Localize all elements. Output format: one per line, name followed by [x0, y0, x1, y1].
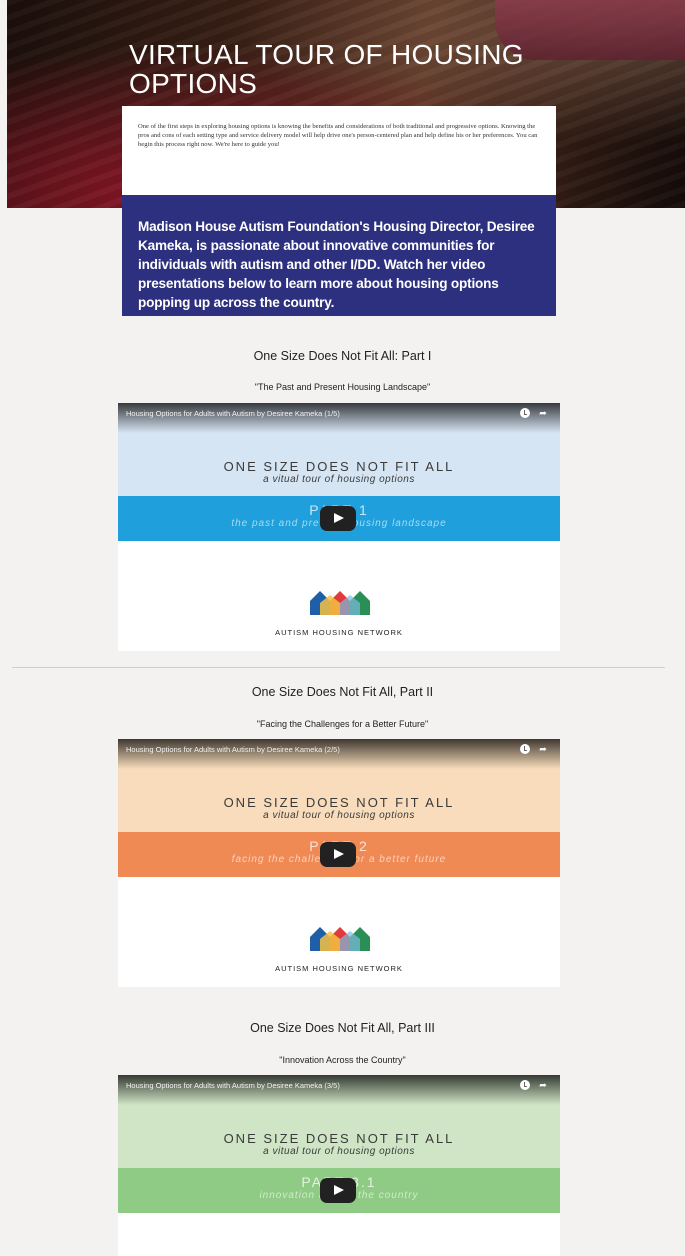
share-icon[interactable]: ➦ [538, 1080, 548, 1090]
highlight-box: Madison House Autism Foundation's Housin… [122, 195, 556, 316]
video-3-title-card: Housing Options for Adults with Autism b… [118, 1075, 560, 1168]
video-1-logo-text: AUTISM HOUSING NETWORK [275, 628, 403, 637]
video-player-3[interactable]: Housing Options for Adults with Autism b… [118, 1075, 560, 1256]
video-2-logo-area: AUTISM HOUSING NETWORK [118, 877, 560, 987]
video-1-title-link[interactable]: Housing Options for Adults with Autism b… [126, 409, 340, 418]
house-logo-icon [310, 591, 370, 615]
intro-text: One of the first steps in exploring hous… [138, 123, 538, 149]
watch-later-icon[interactable] [520, 408, 530, 418]
watch-later-icon[interactable] [520, 744, 530, 754]
section-2-subtitle: "Facing the Challenges for a Better Futu… [256, 719, 429, 729]
section-3-title: One Size Does Not Fit All, Part III [250, 1021, 435, 1035]
video-2-title-card: Housing Options for Adults with Autism b… [118, 739, 560, 832]
page-title-line-1: VIRTUAL TOUR OF HOUSING [129, 39, 524, 70]
video-3-header-shade [118, 1075, 560, 1105]
page-title-line-2: OPTIONS [129, 68, 258, 99]
share-icon[interactable]: ➦ [538, 744, 548, 754]
section-1-subtitle: "The Past and Present Housing Landscape" [254, 382, 431, 392]
section-3-subtitle: "Innovation Across the Country" [279, 1055, 406, 1065]
video-3-title-link[interactable]: Housing Options for Adults with Autism b… [126, 1081, 340, 1090]
section-2-title: One Size Does Not Fit All, Part II [251, 685, 434, 699]
highlight-text: Madison House Autism Foundation's Housin… [138, 219, 535, 310]
video-2-card-title: ONE SIZE DOES NOT FIT ALL [223, 795, 455, 810]
video-player-2[interactable]: Housing Options for Adults with Autism b… [118, 739, 560, 987]
video-2-part-band: PART 2 facing the challenges for a bette… [118, 832, 560, 877]
play-icon[interactable] [320, 1178, 356, 1203]
play-icon[interactable] [320, 506, 356, 531]
play-icon[interactable] [320, 842, 356, 867]
video-1-logo-area: AUTISM HOUSING NETWORK [118, 541, 560, 651]
page-title: VIRTUAL TOUR OF HOUSING OPTIONS [129, 40, 524, 98]
video-3-card-subtitle: a vitual tour of housing options [263, 1146, 415, 1157]
intro-box: One of the first steps in exploring hous… [122, 106, 556, 195]
video-1-card-subtitle: a vitual tour of housing options [263, 474, 415, 485]
video-player-1[interactable]: Housing Options for Adults with Autism b… [118, 403, 560, 651]
video-1-card-title: ONE SIZE DOES NOT FIT ALL [223, 459, 455, 474]
section-1-title: One Size Does Not Fit All: Part I [253, 349, 432, 363]
video-3-part-band: PART 3.1 innovation across the country [118, 1168, 560, 1213]
share-icon[interactable]: ➦ [538, 408, 548, 418]
video-1-title-card: Housing Options for Adults with Autism b… [118, 403, 560, 496]
video-2-header-shade [118, 739, 560, 769]
video-3-logo-area [118, 1213, 560, 1256]
video-3-card-title: ONE SIZE DOES NOT FIT ALL [223, 1131, 455, 1146]
video-2-logo-text: AUTISM HOUSING NETWORK [275, 964, 403, 973]
video-2-title-link[interactable]: Housing Options for Adults with Autism b… [126, 745, 340, 754]
house-logo-icon [310, 927, 370, 951]
video-1-header-shade [118, 403, 560, 433]
section-divider [12, 667, 665, 668]
watch-later-icon[interactable] [520, 1080, 530, 1090]
video-1-part-band: PART 1 the past and present housing land… [118, 496, 560, 541]
video-2-card-subtitle: a vitual tour of housing options [263, 810, 415, 821]
